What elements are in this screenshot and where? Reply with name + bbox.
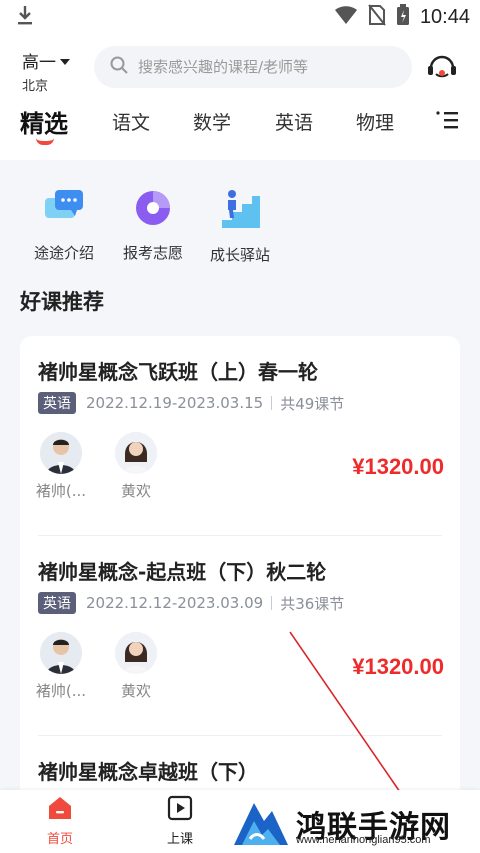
course-title: 褚帅星概念飞跃班（上）春一轮 [38, 360, 318, 384]
course-meta: 英语 2022.12.19-2023.03.15 共49课节 [38, 392, 344, 414]
status-time: 10:44 [419, 5, 470, 28]
avatar [40, 432, 82, 474]
caret-down-icon [60, 51, 70, 71]
battery-icon [396, 4, 410, 30]
target-icon [133, 191, 173, 232]
nav-label: 上课 [166, 832, 193, 847]
teacher[interactable]: 褚帅(... [34, 432, 88, 501]
grade-label: 高一 [22, 53, 56, 73]
quick-link-label: 成长驿站 [210, 246, 271, 264]
city-label: 北京 [22, 79, 49, 94]
subject-tabs: 精选 语文 数学 英语 物理 [0, 100, 480, 160]
meta-divider [271, 396, 273, 410]
grade-selector[interactable]: 高一 北京 [22, 48, 70, 94]
quick-link-label: 途途介绍 [34, 244, 95, 262]
section-title: 好课推荐 [20, 290, 104, 314]
subject-tag: 英语 [38, 592, 76, 614]
chat-bubble-icon [41, 190, 87, 232]
tab-physics[interactable]: 物理 [356, 108, 394, 135]
course-list-card: 褚帅星概念飞跃班（上）春一轮 英语 2022.12.19-2023.03.15 … [20, 336, 460, 806]
course-item[interactable]: 褚帅星概念-起点班（下）秋二轮 英语 2022.12.12-2023.03.09… [20, 536, 460, 736]
avatar [40, 632, 82, 674]
active-tab-indicator [36, 138, 54, 145]
nav-class[interactable]: 上课 [150, 794, 210, 847]
course-title: 褚帅星概念卓越班（下） [38, 760, 258, 784]
main-content: 途途介绍 报考志愿 成长驿站 好课推荐 褚帅星概念飞跃班（上）春一轮 英语 20… [0, 160, 480, 806]
watermark: 鸿联手游网 www.henanhonglian95.com [232, 794, 480, 853]
avatar [115, 632, 157, 674]
course-dates: 2022.12.19-2023.03.15 [86, 394, 264, 412]
tab-featured[interactable]: 精选 [20, 104, 68, 139]
teacher-name: 黄欢 [120, 482, 151, 500]
tab-math[interactable]: 数学 [193, 108, 231, 135]
teacher[interactable]: 黄欢 [109, 632, 163, 701]
teacher-name: 黄欢 [120, 682, 151, 700]
top-bar: 高一 北京 [0, 34, 480, 100]
quick-link-intro[interactable]: 途途介绍 [34, 188, 94, 263]
watermark-url: www.henanhonglian95.com [296, 834, 431, 846]
course-meta: 英语 2022.12.12-2023.03.09 共36课节 [38, 592, 344, 614]
download-icon [16, 4, 34, 30]
search-icon [110, 56, 128, 78]
teacher[interactable]: 褚帅(... [34, 632, 88, 701]
play-icon [166, 795, 194, 826]
wifi-icon [334, 5, 358, 29]
teacher[interactable]: 黄欢 [109, 432, 163, 501]
course-price: ¥1320.00 [352, 454, 444, 479]
tab-chinese[interactable]: 语文 [112, 108, 150, 135]
status-bar: 10:44 [0, 0, 480, 34]
tab-english[interactable]: 英语 [275, 108, 313, 135]
subject-tag: 英语 [38, 392, 76, 414]
course-price: ¥1320.00 [352, 654, 444, 679]
watermark-logo [232, 797, 290, 851]
tab-menu-icon[interactable] [436, 110, 460, 134]
home-icon [46, 797, 74, 826]
course-title: 褚帅星概念-起点班（下）秋二轮 [38, 560, 327, 584]
lesson-count: 共36课节 [280, 594, 345, 613]
course-dates: 2022.12.12-2023.03.09 [86, 594, 264, 612]
meta-divider [271, 596, 273, 610]
stairs-climb-icon [218, 190, 262, 234]
avatar [115, 432, 157, 474]
customer-service-icon[interactable] [426, 52, 458, 86]
no-sim-icon [368, 4, 386, 30]
course-item[interactable]: 褚帅星概念飞跃班（上）春一轮 英语 2022.12.19-2023.03.15 … [20, 336, 460, 536]
search-bar[interactable] [94, 46, 412, 88]
nav-label: 首页 [46, 832, 73, 847]
lesson-count: 共49课节 [280, 394, 345, 413]
teacher-name: 褚帅(... [35, 482, 87, 500]
teacher-name: 褚帅(... [35, 682, 87, 700]
quick-link-label: 报考志愿 [123, 244, 184, 262]
quick-link-application[interactable]: 报考志愿 [123, 188, 183, 263]
nav-home[interactable]: 首页 [30, 794, 90, 847]
search-input[interactable] [138, 58, 398, 76]
quick-link-growth[interactable]: 成长驿站 [210, 188, 270, 265]
